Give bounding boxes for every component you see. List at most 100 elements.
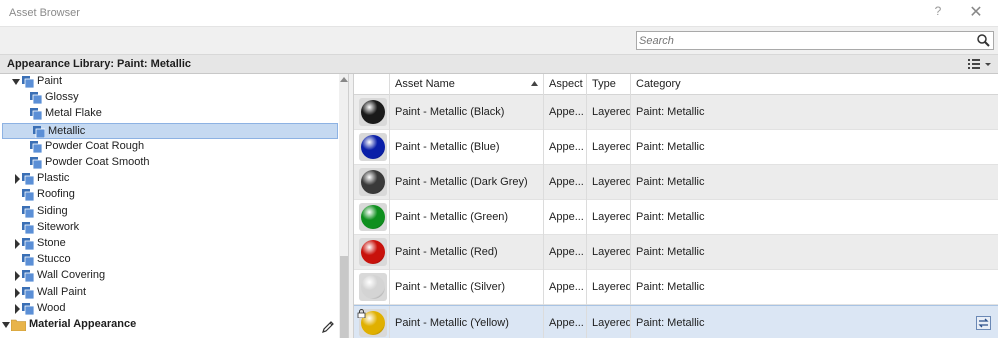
swatch-cell — [354, 306, 390, 338]
library-folder-icon — [30, 157, 42, 169]
tree-item-label: Metal Flake — [45, 107, 102, 120]
window-title: Asset Browser — [9, 7, 80, 19]
scroll-up-arrow-icon[interactable] — [340, 76, 348, 82]
tree-item-label: Wood — [37, 301, 66, 314]
close-button[interactable]: ✕ — [966, 3, 986, 23]
tree-item-metallic[interactable]: Metallic — [2, 122, 338, 139]
tree-item-label: Wall Paint — [37, 285, 87, 298]
asset-row[interactable]: Paint - Metallic (Black) Appe... Layered Pa… — [354, 95, 998, 130]
expand-arrow-right-icon[interactable] — [13, 287, 21, 298]
category-cell: Paint: Metallic — [636, 317, 705, 329]
asset-name-cell: Paint - Metallic (Dark Grey) — [390, 165, 544, 200]
type-cell: Layered — [587, 130, 631, 165]
help-button[interactable]: ? — [930, 4, 946, 22]
tree-item-plastic[interactable]: Plastic — [0, 171, 338, 187]
column-header-asset-name[interactable]: Asset Name — [390, 74, 544, 95]
asset-grid: Asset Name Aspect Type Category Paint - … — [353, 74, 998, 338]
lock-icon — [357, 309, 366, 318]
material-sphere-icon — [361, 275, 385, 299]
tree-item-glossy[interactable]: Glossy — [0, 90, 338, 106]
tree-item-stucco[interactable]: Stucco — [0, 252, 338, 268]
library-folder-icon — [22, 254, 34, 267]
tree-item-label: Paint — [37, 75, 63, 87]
column-header-label: Type — [592, 78, 616, 90]
swatch-cell — [354, 235, 390, 270]
expand-arrow-down-icon[interactable] — [2, 320, 10, 330]
grid-header: Asset Name Aspect Type Category — [354, 74, 998, 95]
column-header-label: Category — [636, 78, 681, 90]
expand-arrow-right-icon[interactable] — [13, 239, 21, 249]
tree-item-label: Stucco — [37, 253, 71, 266]
library-folder-icon — [30, 140, 42, 153]
asset-row[interactable]: Paint - Metallic (Dark Grey) Appe... Layer… — [354, 165, 998, 200]
tree-item-roofing[interactable]: Roofing — [0, 187, 338, 203]
material-swatch — [359, 203, 387, 231]
column-header-aspect[interactable]: Aspect — [544, 74, 587, 95]
material-sphere-icon — [361, 170, 385, 194]
library-folder-icon — [22, 221, 34, 234]
asset-row[interactable]: Paint - Metallic (Green) Appe... Layered Pa… — [354, 200, 998, 235]
library-folder-icon — [30, 108, 42, 121]
column-header-type[interactable]: Type — [587, 74, 631, 95]
category-cell: Paint: Metallic — [636, 211, 705, 223]
library-header: Appearance Library: Paint: Metallic — [0, 54, 998, 74]
type-cell: Layered — [587, 95, 631, 130]
expand-arrow-right-icon[interactable] — [13, 271, 21, 282]
asset-row[interactable]: Paint - Metallic (Yellow) Appe... Layered P… — [354, 305, 998, 338]
asset-name-cell: Paint - Metallic (Silver) — [390, 270, 544, 305]
library-folder-icon — [33, 125, 45, 138]
asset-name-cell: Paint - Metallic (Blue) — [390, 130, 544, 165]
tree-item-label: Roofing — [37, 188, 75, 201]
tree-item-label: Powder Coat Rough — [45, 139, 145, 152]
material-swatch — [359, 273, 387, 301]
asset-row[interactable]: Paint - Metallic (Red) Appe... Layered Pain… — [354, 235, 998, 270]
asset-name-cell: Paint - Metallic (Red) — [390, 235, 544, 270]
asset-row[interactable]: Paint - Metallic (Silver) Appe... Layered P… — [354, 270, 998, 305]
library-folder-icon — [22, 286, 34, 299]
sort-ascending-icon — [531, 81, 538, 86]
search-icon[interactable] — [976, 33, 991, 48]
aspect-cell: Appe... — [544, 95, 587, 130]
tree-item-powder-coat-rough[interactable]: Powder Coat Rough — [0, 139, 338, 155]
swatch-cell — [354, 130, 390, 165]
folder-icon — [11, 319, 26, 331]
pencil-edit-icon[interactable] — [320, 319, 336, 335]
tree-item-paint[interactable]: Paint — [0, 74, 338, 90]
search-field[interactable] — [636, 31, 994, 50]
library-tree: Paint Glossy Metal Flake Metallic Powder Coa… — [0, 74, 349, 338]
swatch-cell — [354, 95, 390, 130]
tree-item-stone[interactable]: Stone — [0, 236, 338, 252]
tree-item-wall-covering[interactable]: Wall Covering — [0, 268, 338, 284]
category-cell: Paint: Metallic — [636, 141, 705, 153]
type-cell: Layered — [587, 306, 631, 338]
expand-arrow-down-icon[interactable] — [12, 77, 20, 87]
replace-asset-icon[interactable] — [976, 316, 991, 330]
tree-item-label: Sitework — [37, 220, 80, 233]
expand-arrow-right-icon[interactable] — [13, 303, 21, 314]
asset-row[interactable]: Paint - Metallic (Blue) Appe... Layered Pai… — [354, 130, 998, 165]
tree-item-metal-flake[interactable]: Metal Flake — [0, 106, 338, 122]
material-swatch — [359, 238, 387, 266]
search-input[interactable] — [639, 33, 969, 48]
library-title: Appearance Library: Paint: Metallic — [7, 58, 191, 70]
tree-scrollbar[interactable] — [339, 74, 348, 338]
tree-item-wood[interactable]: Wood — [0, 301, 338, 317]
tree-item-siding[interactable]: Siding — [0, 204, 338, 220]
library-folder-icon — [22, 270, 34, 283]
thumbnail-column-header — [354, 74, 390, 95]
tree-item-powder-coat-smooth[interactable]: Powder Coat Smooth — [0, 155, 338, 171]
type-cell: Layered — [587, 165, 631, 200]
tree-item-sitework[interactable]: Sitework — [0, 220, 338, 236]
tree-item-material-appearance[interactable]: Material Appearance — [0, 317, 338, 333]
category-cell: Paint: Metallic — [636, 246, 705, 258]
expand-arrow-right-icon[interactable] — [13, 174, 21, 185]
asset-name-cell: Paint - Metallic (Yellow) — [390, 306, 544, 338]
tree-item-label: Wall Covering — [37, 269, 106, 282]
library-folder-icon — [30, 92, 42, 105]
tree-item-wall-paint[interactable]: Wall Paint — [0, 285, 338, 301]
tree-item-label: Glossy — [45, 91, 79, 104]
material-sphere-icon — [361, 240, 385, 264]
column-header-category[interactable]: Category — [631, 74, 998, 95]
list-view-icon[interactable] — [966, 57, 994, 72]
tree-scroll-thumb[interactable] — [340, 256, 348, 338]
